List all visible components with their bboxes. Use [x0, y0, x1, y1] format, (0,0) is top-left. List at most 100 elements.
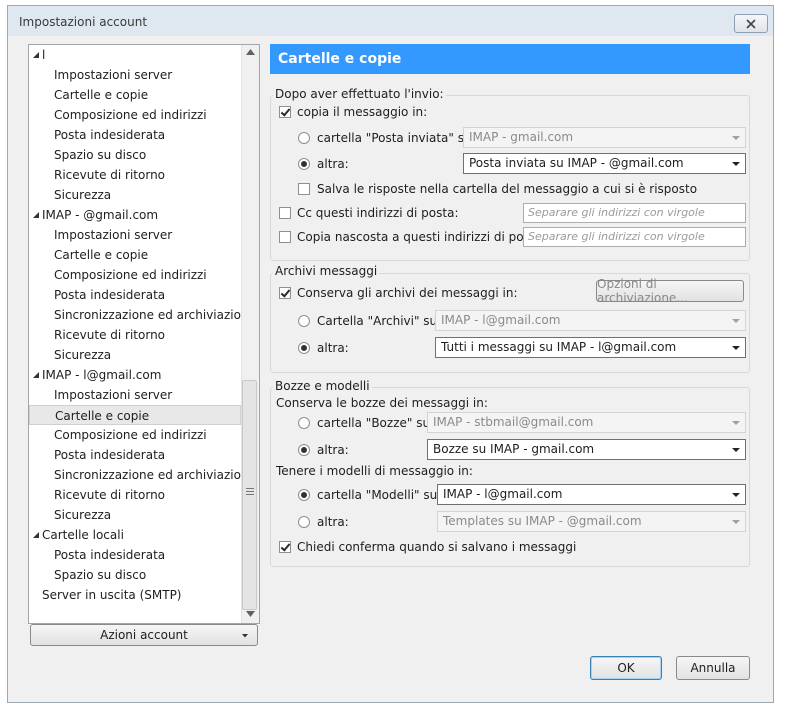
- tree-item-label: Sicurezza: [54, 508, 112, 522]
- scroll-thumb[interactable]: [242, 380, 257, 610]
- archive-other-radio[interactable]: [298, 342, 310, 354]
- tree-account[interactable]: l: [29, 45, 241, 65]
- tree-item[interactable]: Ricevute di ritorno: [29, 485, 241, 505]
- tree-item-label: Impostazioni server: [54, 68, 173, 82]
- tree-item-label: Ricevute di ritorno: [54, 488, 166, 502]
- archive-folder-select[interactable]: IMAP - l@gmail.com: [435, 310, 746, 331]
- confirm-save-label: Chiedi conferma quando si salvano i mess…: [297, 540, 577, 554]
- collapse-arrow-icon[interactable]: [33, 212, 39, 218]
- tree-item[interactable]: Cartelle e copie: [29, 405, 241, 425]
- collapse-arrow-icon[interactable]: [33, 532, 39, 538]
- copy-message-checkbox[interactable]: [279, 106, 291, 118]
- account-actions-label: Azioni account: [100, 628, 188, 642]
- archive-folder-radio[interactable]: [298, 315, 310, 327]
- tree-item[interactable]: Sincronizzazione ed archiviazione: [29, 465, 256, 485]
- tree-account[interactable]: Server in uscita (SMTP): [29, 585, 241, 605]
- templates-folder-label: cartella "Modelli" su:: [317, 488, 442, 502]
- templates-other-label: altra:: [317, 515, 349, 529]
- sent-folder-select[interactable]: IMAP - gmail.com: [463, 127, 746, 148]
- drafts-folder-radio[interactable]: [298, 417, 310, 429]
- tree-item-label: Posta indesiderata: [54, 128, 166, 142]
- tree-account[interactable]: Cartelle locali: [29, 525, 241, 545]
- tree-item[interactable]: Cartelle e copie: [29, 245, 241, 265]
- tree-item[interactable]: Ricevute di ritorno: [29, 325, 241, 345]
- tree-item[interactable]: Cartelle e copie: [29, 85, 241, 105]
- tree-item[interactable]: Composizione ed indirizzi: [29, 265, 241, 285]
- copy-message-label: copia il messaggio in:: [297, 105, 428, 119]
- tree-item-label: Sincronizzazione ed archiviazione: [54, 468, 256, 482]
- drafts-other-radio[interactable]: [298, 444, 310, 456]
- tree-item[interactable]: Composizione ed indirizzi: [29, 425, 241, 445]
- tree-item[interactable]: Impostazioni server: [29, 225, 241, 245]
- templates-folder-select[interactable]: IMAP - l@gmail.com: [437, 484, 746, 505]
- tree-item-label: Server in uscita (SMTP): [42, 588, 182, 602]
- tree-account[interactable]: IMAP - l@gmail.com: [29, 365, 241, 385]
- chevron-down-icon: [242, 634, 248, 638]
- tree-item-label: Composizione ed indirizzi: [54, 428, 207, 442]
- tree-item-label: Ricevute di ritorno: [54, 168, 166, 182]
- tree-item[interactable]: Posta indesiderata: [29, 545, 241, 565]
- cc-checkbox[interactable]: [279, 207, 291, 219]
- cancel-button[interactable]: Annulla: [676, 656, 750, 680]
- tree-item[interactable]: Sincronizzazione ed archiviazione: [29, 305, 256, 325]
- tree-item[interactable]: Posta indesiderata: [29, 125, 241, 145]
- ok-button[interactable]: OK: [590, 656, 662, 680]
- tree-item[interactable]: Sicurezza: [29, 185, 241, 205]
- tree-item[interactable]: Posta indesiderata: [29, 445, 241, 465]
- templates-other-radio[interactable]: [298, 516, 310, 528]
- title-bar: Impostazioni account: [8, 6, 773, 36]
- close-button[interactable]: [734, 14, 768, 33]
- drafts-other-select[interactable]: Bozze su IMAP - gmail.com: [427, 439, 746, 460]
- sent-folder-radio[interactable]: [298, 132, 310, 144]
- tree-item-label: Cartelle e copie: [55, 409, 150, 423]
- tree-item[interactable]: Spazio su disco: [29, 565, 241, 585]
- account-tree[interactable]: l Impostazioni server Cartelle e copie Comp…: [28, 44, 260, 624]
- drafts-folder-label: cartella "Bozze" su:: [317, 416, 435, 430]
- tree-item-label: Impostazioni server: [54, 388, 173, 402]
- archive-options-button[interactable]: Opzioni di archiviazione...: [596, 277, 744, 305]
- tree-item[interactable]: Ricevute di ritorno: [29, 165, 241, 185]
- cc-input[interactable]: Separare gli indirizzi con virgole: [523, 203, 746, 223]
- templates-folder-radio[interactable]: [298, 489, 310, 501]
- cc-label: Cc questi indirizzi di posta:: [297, 206, 459, 220]
- sent-other-select[interactable]: Posta inviata su IMAP - @gmail.com: [463, 153, 746, 174]
- tree-item-label: IMAP - @gmail.com: [42, 208, 159, 222]
- account-settings-window: Impostazioni account l Impostazioni serve…: [7, 5, 774, 703]
- templates-other-select[interactable]: Templates su IMAP - @gmail.com: [437, 511, 746, 532]
- scroll-up-icon[interactable]: [246, 49, 255, 55]
- collapse-arrow-icon[interactable]: [33, 372, 39, 378]
- bcc-input[interactable]: Separare gli indirizzi con virgole: [523, 227, 746, 247]
- account-actions-button[interactable]: Azioni account: [30, 624, 258, 646]
- tree-item[interactable]: Spazio su disco: [29, 145, 241, 165]
- tree-item[interactable]: Sicurezza: [29, 505, 241, 525]
- tree-item[interactable]: Posta indesiderata: [29, 285, 241, 305]
- tree-account[interactable]: IMAP - @gmail.com: [29, 205, 241, 225]
- reply-folder-checkbox[interactable]: [298, 183, 310, 195]
- sent-folder-label: cartella "Posta inviata" su:: [317, 131, 476, 145]
- tree-item-label: Ricevute di ritorno: [54, 328, 166, 342]
- bcc-checkbox[interactable]: [279, 231, 291, 243]
- archive-folder-label: Cartella "Archivi" su:: [317, 314, 442, 328]
- archive-other-select[interactable]: Tutti i messaggi su IMAP - l@gmail.com: [435, 337, 746, 358]
- tree-item-label: Sicurezza: [54, 348, 112, 362]
- tree-item[interactable]: Impostazioni server: [29, 65, 241, 85]
- confirm-save-checkbox[interactable]: [279, 541, 291, 553]
- tree-item-label: Cartelle e copie: [54, 88, 149, 102]
- bcc-label: Copia nascosta a questi indirizzi di pos…: [297, 230, 546, 244]
- keep-archives-label: Conserva gli archivi dei messaggi in:: [297, 286, 518, 300]
- drafts-heading: Conserva le bozze dei messaggi in:: [276, 396, 488, 410]
- tree-item[interactable]: Impostazioni server: [29, 385, 241, 405]
- tree-item[interactable]: Composizione ed indirizzi: [29, 105, 241, 125]
- drafts-legend: Bozze e modelli: [273, 379, 372, 393]
- scroll-down-icon[interactable]: [246, 611, 255, 617]
- keep-archives-checkbox[interactable]: [279, 287, 291, 299]
- templates-heading: Tenere i modelli di messaggio in:: [276, 464, 473, 478]
- drafts-other-label: altra:: [317, 443, 349, 457]
- drafts-folder-select[interactable]: IMAP - stbmail@gmail.com: [427, 412, 746, 433]
- sent-other-radio[interactable]: [298, 158, 310, 170]
- tree-item[interactable]: Sicurezza: [29, 345, 241, 365]
- tree-item-label: Composizione ed indirizzi: [54, 268, 207, 282]
- collapse-arrow-icon[interactable]: [33, 52, 39, 58]
- tree-item-label: l: [42, 48, 46, 62]
- tree-item-label: Sincronizzazione ed archiviazione: [54, 308, 256, 322]
